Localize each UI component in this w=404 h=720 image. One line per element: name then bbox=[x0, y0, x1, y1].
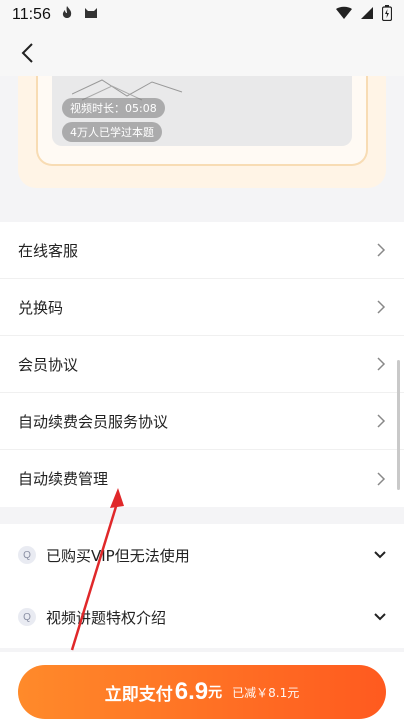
menu-item-online-service[interactable]: 在线客服 bbox=[0, 222, 404, 279]
scrollbar[interactable] bbox=[397, 360, 400, 490]
section-divider bbox=[0, 208, 404, 222]
menu-item-label: 自动续费会员服务协议 bbox=[18, 412, 169, 431]
menu-item-label: 自动续费管理 bbox=[18, 470, 109, 488]
chevron-down-icon bbox=[374, 613, 386, 621]
video-card-container: 视频时长：05:08 4万人已学过本题 bbox=[18, 76, 386, 188]
chevron-right-icon bbox=[377, 300, 386, 314]
battery-icon bbox=[381, 5, 393, 25]
chevron-right-icon bbox=[377, 471, 386, 486]
menu-item-member-agreement[interactable]: 会员协议 bbox=[0, 336, 404, 393]
section-divider bbox=[0, 508, 404, 524]
menu-item-redeem-code[interactable]: 兑换码 bbox=[0, 279, 404, 336]
menu-item-auto-renew-agreement[interactable]: 自动续费会员服务协议 bbox=[0, 393, 404, 450]
menu-item-auto-renew-management[interactable]: 自动续费管理 bbox=[0, 450, 404, 507]
learners-count: 4万人已学过本题 bbox=[62, 122, 162, 142]
menu-item-label: 会员协议 bbox=[18, 355, 79, 374]
pay-price: 6.9 bbox=[174, 678, 209, 705]
question-badge-icon: Q bbox=[18, 608, 36, 626]
status-time: 11:56 bbox=[12, 6, 51, 23]
settings-menu: 在线客服 兑换码 会员协议 自动续费会员服务协议 自动续费管理 bbox=[0, 222, 404, 507]
faq-question: 视频讲题特权介绍 bbox=[46, 608, 167, 627]
pay-unit: 元 bbox=[208, 685, 223, 701]
faq-item-vip-unusable[interactable]: Q 已购买VIP但无法使用 bbox=[0, 524, 404, 586]
signal-icon bbox=[360, 6, 374, 24]
pay-now-button[interactable]: 立即支付 6.9 元 已减￥8.1元 bbox=[18, 665, 386, 719]
video-card[interactable]: 视频时长：05:08 4万人已学过本题 bbox=[36, 76, 368, 166]
chevron-down-icon bbox=[374, 551, 386, 559]
pay-saving: 已减￥8.1元 bbox=[232, 685, 300, 700]
wifi-icon bbox=[336, 6, 352, 24]
question-badge-icon: Q bbox=[18, 546, 36, 564]
menu-item-label: 在线客服 bbox=[18, 241, 79, 260]
cat-app-icon bbox=[83, 5, 99, 25]
video-thumbnail[interactable]: 视频时长：05:08 4万人已学过本题 bbox=[52, 76, 352, 146]
nav-bar bbox=[0, 30, 404, 76]
faq-question: 已购买VIP但无法使用 bbox=[46, 546, 190, 565]
menu-item-label: 兑换码 bbox=[18, 298, 64, 317]
status-bar: 11:56 bbox=[0, 0, 404, 30]
chevron-right-icon bbox=[377, 357, 386, 371]
back-arrow-icon bbox=[21, 43, 33, 63]
pay-label: 立即支付 bbox=[104, 684, 173, 705]
pay-bar: 立即支付 6.9 元 已减￥8.1元 bbox=[0, 652, 404, 720]
faq-list: Q 已购买VIP但无法使用 Q 视频讲题特权介绍 bbox=[0, 524, 404, 648]
chevron-right-icon bbox=[377, 243, 386, 257]
back-button[interactable] bbox=[12, 38, 42, 68]
chevron-right-icon bbox=[377, 414, 386, 428]
video-duration: 视频时长：05:08 bbox=[62, 98, 165, 118]
fire-app-icon bbox=[59, 5, 75, 25]
faq-item-video-privilege[interactable]: Q 视频讲题特权介绍 bbox=[0, 586, 404, 648]
